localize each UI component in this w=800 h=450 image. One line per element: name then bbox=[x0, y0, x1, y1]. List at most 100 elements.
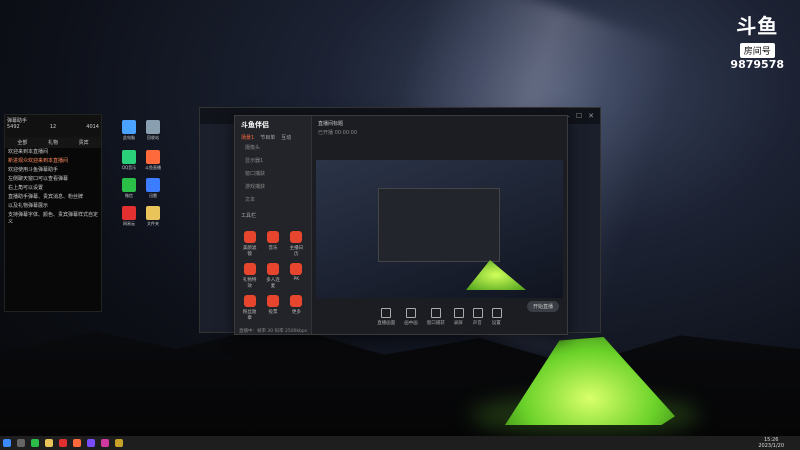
scene-item[interactable]: 窗口捕获 bbox=[235, 167, 311, 180]
clock-date: 2023/1/20 bbox=[758, 443, 784, 449]
calendar-icon bbox=[290, 231, 303, 243]
scene-item[interactable]: 游戏捕获 bbox=[235, 180, 311, 193]
app-icon[interactable] bbox=[115, 439, 123, 447]
tool-label: 更多 bbox=[291, 310, 301, 315]
tool-music[interactable]: 音乐 bbox=[264, 231, 281, 257]
maximize-icon[interactable]: ☐ bbox=[576, 112, 582, 120]
chat-message: 欢迎来到本直播间 bbox=[8, 149, 49, 155]
chat-tab[interactable]: 礼物 bbox=[48, 139, 58, 146]
start-stream-button[interactable]: 开始直播 bbox=[526, 301, 559, 312]
tab-scene[interactable]: 场景1 bbox=[241, 134, 254, 141]
btn-record[interactable]: 录屏 bbox=[453, 308, 464, 326]
nested-screen-capture bbox=[378, 188, 500, 262]
netease-icon[interactable] bbox=[59, 439, 67, 447]
record-icon bbox=[453, 308, 464, 318]
tool-beauty[interactable]: 美颜滤镜 bbox=[241, 231, 258, 257]
btn-window[interactable]: 窗口捕获 bbox=[427, 308, 445, 326]
chat-message: 左侧聊天窗口可以查看弹幕 bbox=[8, 176, 69, 182]
room-number: 9879578 bbox=[730, 58, 784, 71]
scene-item[interactable]: 文本 bbox=[235, 193, 311, 206]
douyu-icon[interactable] bbox=[73, 439, 81, 447]
desktop-icon[interactable] bbox=[146, 206, 160, 220]
tool-pk[interactable]: PK bbox=[288, 263, 305, 289]
btn-audio[interactable]: 声音 bbox=[472, 308, 483, 326]
tool-label: 主播日历 bbox=[289, 246, 304, 257]
chat-title: 弹幕助手 bbox=[7, 118, 28, 124]
system-clock[interactable]: 15:26 2023/1/20 bbox=[758, 437, 784, 449]
speaker-icon bbox=[472, 308, 483, 318]
app-main: 直播间标题 已开播 00:00:00 直播画面 画中画 窗口捕获 录屏 声音 设… bbox=[312, 116, 567, 334]
preview-tent bbox=[466, 260, 526, 290]
app-sidebar: 斗鱼伴侣 场景1 节目单 互动 摄像头 显示器1 窗口捕获 游戏捕获 文本 工具… bbox=[235, 116, 312, 334]
tool-gift-effect[interactable]: 礼物特效 bbox=[241, 263, 258, 289]
btn-settings[interactable]: 设置 bbox=[491, 308, 502, 326]
desktop-icon[interactable] bbox=[146, 120, 160, 134]
btn-label: 录屏 bbox=[453, 321, 463, 326]
btn-label: 直播画面 bbox=[377, 321, 396, 326]
desktop-icon-label: 文件夹 bbox=[147, 221, 159, 226]
tool-fan-badge[interactable]: 粉丝勋章 bbox=[241, 295, 258, 321]
desktop-icon-label: 微信 bbox=[125, 193, 133, 198]
app-icon[interactable] bbox=[87, 439, 95, 447]
scene-item[interactable]: 显示器1 bbox=[235, 154, 311, 167]
vote-icon bbox=[266, 295, 279, 307]
tool-more[interactable]: 更多 bbox=[288, 295, 305, 321]
room-tag: 房间号 bbox=[739, 43, 775, 58]
music-icon bbox=[266, 231, 279, 243]
start-icon[interactable] bbox=[3, 439, 11, 447]
btn-label: 设置 bbox=[491, 321, 501, 326]
tool-label: 美颜滤镜 bbox=[242, 246, 257, 257]
tool-grid: 美颜滤镜 音乐 主播日历 礼物特效 多人连麦 PK 粉丝勋章 投票 更多 bbox=[235, 225, 311, 327]
mic-icon bbox=[266, 263, 279, 275]
desktop-icon[interactable] bbox=[146, 150, 160, 164]
close-icon[interactable]: ✕ bbox=[588, 112, 594, 120]
chat-message: 新进观众欢迎来到本直播间 bbox=[8, 158, 69, 164]
app-icon[interactable] bbox=[101, 439, 109, 447]
tool-label: 粉丝勋章 bbox=[242, 310, 257, 321]
more-icon bbox=[290, 295, 303, 307]
danmu-chat-panel[interactable]: 弹幕助手 5492 12 4014 全部 礼物 贵宾 欢迎来到本直播间 新进观众… bbox=[4, 114, 102, 312]
desktop-icon[interactable] bbox=[122, 150, 136, 164]
tool-multi-mic[interactable]: 多人连麦 bbox=[264, 263, 281, 289]
tab-interact[interactable]: 互动 bbox=[281, 134, 291, 141]
folder-icon[interactable] bbox=[45, 439, 53, 447]
tool-vote[interactable]: 投票 bbox=[264, 295, 281, 321]
tab-program[interactable]: 节目单 bbox=[260, 134, 275, 141]
app-brand: 斗鱼伴侣 bbox=[241, 121, 269, 129]
status-line: 直播中：帧率 30 码率 2500kbps bbox=[239, 329, 308, 334]
stream-duration: 已开播 00:00:00 bbox=[318, 130, 358, 136]
pip-icon bbox=[406, 308, 416, 318]
desktop-icon-label: 此电脑 bbox=[123, 135, 135, 140]
window-icon bbox=[430, 308, 441, 318]
btn-pip[interactable]: 画中画 bbox=[404, 308, 418, 326]
chat-tab[interactable]: 全部 bbox=[17, 139, 27, 146]
desktop-icon-label: 斗鱼直播 bbox=[145, 165, 161, 170]
tool-label: 投票 bbox=[268, 310, 278, 315]
chat-message: 支持弹幕字体、颜色、贵宾弹幕样式自定义 bbox=[8, 212, 99, 225]
badge-icon bbox=[243, 295, 256, 307]
scene-item[interactable]: 摄像头 bbox=[235, 141, 311, 154]
desktop-icon-label: QQ音乐 bbox=[121, 165, 137, 170]
chat-stat: 4014 bbox=[86, 124, 99, 130]
monitor-icon bbox=[381, 308, 392, 318]
beauty-icon bbox=[243, 231, 256, 243]
stream-header: 直播间标题 已开播 00:00:00 bbox=[312, 116, 567, 154]
taskbar: 15:26 2023/1/20 bbox=[0, 436, 800, 450]
chat-stat: 5492 bbox=[7, 124, 20, 130]
btn-scene[interactable]: 直播画面 bbox=[377, 308, 395, 326]
desktop-icon[interactable] bbox=[122, 120, 136, 134]
btn-label: 窗口捕获 bbox=[426, 321, 445, 326]
stream-preview[interactable] bbox=[316, 160, 563, 298]
tool-calendar[interactable]: 主播日历 bbox=[288, 231, 305, 257]
btn-label: 声音 bbox=[472, 321, 482, 326]
desktop-icon[interactable] bbox=[122, 178, 136, 192]
streaming-app-window[interactable]: 斗鱼伴侣 场景1 节目单 互动 摄像头 显示器1 窗口捕获 游戏捕获 文本 工具… bbox=[234, 115, 568, 335]
wechat-icon[interactable] bbox=[31, 439, 39, 447]
desktop-icon[interactable] bbox=[122, 206, 136, 220]
chat-message: 以及礼物弹幕展示 bbox=[8, 203, 49, 209]
chat-message: 欢迎使用斗鱼弹幕助手 bbox=[8, 167, 59, 173]
search-icon[interactable] bbox=[17, 439, 25, 447]
chat-stat: 12 bbox=[49, 124, 57, 130]
chat-tab[interactable]: 贵宾 bbox=[79, 139, 89, 146]
desktop-icon[interactable] bbox=[146, 178, 160, 192]
